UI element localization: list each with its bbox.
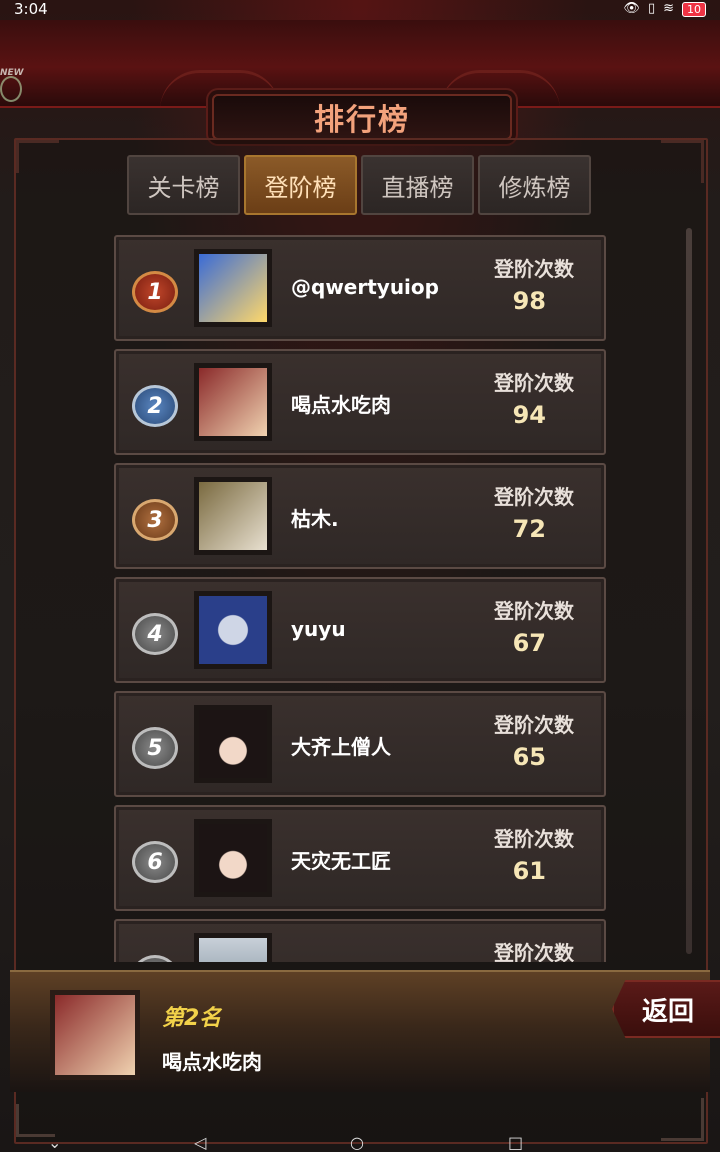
rank-medal-gold: 1 bbox=[132, 271, 178, 313]
tab-level-ranking[interactable]: 关卡榜 bbox=[127, 155, 240, 215]
avatar-image bbox=[55, 995, 135, 1075]
chevron-down-icon[interactable]: ⌄ bbox=[48, 1134, 61, 1152]
status-time: 3:04 bbox=[14, 0, 48, 18]
tab-cultivation-ranking[interactable]: 修炼榜 bbox=[478, 155, 591, 215]
status-bar: 3:04 👁 ▯ ≋ 10 bbox=[0, 0, 720, 18]
score-value: 72 bbox=[512, 515, 546, 543]
smiley-icon bbox=[0, 76, 22, 102]
score-label: 登阶次数 bbox=[494, 371, 574, 395]
player-name: 喝点水吃肉 bbox=[291, 393, 391, 417]
score-value: 61 bbox=[512, 857, 546, 885]
rank-medal-silver: 2 bbox=[132, 385, 178, 427]
my-name: 喝点水吃肉 bbox=[162, 1050, 262, 1074]
ranking-row[interactable]: 6 天灾无工匠 登阶次数 61 bbox=[114, 805, 606, 911]
score-value: 65 bbox=[512, 743, 546, 771]
status-icons: 👁 ▯ ≋ 10 bbox=[623, 0, 706, 18]
ranking-row[interactable]: 4 yuyu 登阶次数 67 bbox=[114, 577, 606, 683]
corner-ornament-tr bbox=[661, 140, 704, 183]
avatar[interactable] bbox=[194, 591, 272, 669]
title-plate: 排行榜 bbox=[212, 94, 512, 140]
vibrate-icon: ▯ bbox=[647, 1, 656, 16]
avatar[interactable] bbox=[194, 477, 272, 555]
page-title: 排行榜 bbox=[314, 103, 410, 138]
battery-icon: 10 bbox=[682, 1, 706, 17]
my-avatar[interactable] bbox=[50, 990, 140, 1080]
rank-medal-bronze: 3 bbox=[132, 499, 178, 541]
score-label: 登阶次数 bbox=[494, 485, 574, 509]
avatar-image bbox=[199, 596, 267, 664]
corner-ornament-tl bbox=[16, 140, 59, 173]
score-label: 登阶次数 bbox=[494, 599, 574, 623]
player-name: 大齐上僧人 bbox=[291, 735, 391, 759]
recents-nav-icon[interactable]: □ bbox=[508, 1134, 523, 1152]
score-value: 94 bbox=[512, 401, 546, 429]
score-label: 登阶次数 bbox=[494, 941, 574, 962]
system-nav-bar: ⌄ ◁ ○ □ bbox=[0, 1134, 720, 1152]
player-name: yuyu bbox=[291, 617, 346, 641]
my-rank-bar: 第2名 喝点水吃肉 bbox=[10, 970, 710, 1092]
rank-medal: 6 bbox=[132, 841, 178, 883]
my-rank-text: 第2名 bbox=[162, 1006, 222, 1031]
ranking-row[interactable]: 1 @qwertyuiop 登阶次数 98 bbox=[114, 235, 606, 341]
score-label: 登阶次数 bbox=[494, 713, 574, 737]
new-badge[interactable]: NEW bbox=[0, 68, 30, 102]
avatar[interactable] bbox=[194, 819, 272, 897]
tab-ascend-ranking[interactable]: 登阶榜 bbox=[244, 155, 357, 215]
avatar[interactable] bbox=[194, 363, 272, 441]
player-name: @qwertyuiop bbox=[291, 275, 439, 299]
back-button[interactable]: 返回 bbox=[612, 980, 720, 1038]
avatar-image bbox=[199, 254, 267, 322]
scrollbar[interactable] bbox=[686, 228, 692, 954]
avatar-image bbox=[199, 368, 267, 436]
score-label: 登阶次数 bbox=[494, 257, 574, 281]
avatar-image bbox=[199, 824, 267, 892]
ranking-row[interactable]: 3 枯木. 登阶次数 72 bbox=[114, 463, 606, 569]
tab-live-ranking[interactable]: 直播榜 bbox=[361, 155, 474, 215]
avatar-image bbox=[199, 482, 267, 550]
tab-bar: 关卡榜 登阶榜 直播榜 修炼榜 bbox=[127, 155, 591, 215]
rank-medal: 4 bbox=[132, 613, 178, 655]
avatar-image bbox=[199, 938, 267, 962]
back-nav-icon[interactable]: ◁ bbox=[194, 1134, 206, 1152]
rank-medal bbox=[132, 955, 178, 962]
home-nav-icon[interactable]: ○ bbox=[350, 1134, 364, 1152]
avatar-image bbox=[199, 710, 267, 778]
score-label: 登阶次数 bbox=[494, 827, 574, 851]
ranking-row[interactable]: 5 大齐上僧人 登阶次数 65 bbox=[114, 691, 606, 797]
avatar[interactable] bbox=[194, 933, 272, 962]
score-value: 98 bbox=[512, 287, 546, 315]
scrollbar-thumb[interactable] bbox=[686, 228, 692, 954]
player-name: 枯木. bbox=[291, 507, 339, 531]
avatar[interactable] bbox=[194, 705, 272, 783]
avatar[interactable] bbox=[194, 249, 272, 327]
wifi-icon: ≋ bbox=[663, 1, 674, 16]
ranking-row[interactable]: 2 喝点水吃肉 登阶次数 94 bbox=[114, 349, 606, 455]
score-value: 67 bbox=[512, 629, 546, 657]
player-name: 天灾无工匠 bbox=[291, 849, 391, 873]
ranking-list[interactable]: 1 @qwertyuiop 登阶次数 98 2 喝点水吃肉 登阶次数 94 3 … bbox=[114, 235, 606, 962]
ranking-row[interactable]: 登阶次数 bbox=[114, 919, 606, 962]
rank-medal: 5 bbox=[132, 727, 178, 769]
eye-icon: 👁 bbox=[623, 1, 640, 16]
